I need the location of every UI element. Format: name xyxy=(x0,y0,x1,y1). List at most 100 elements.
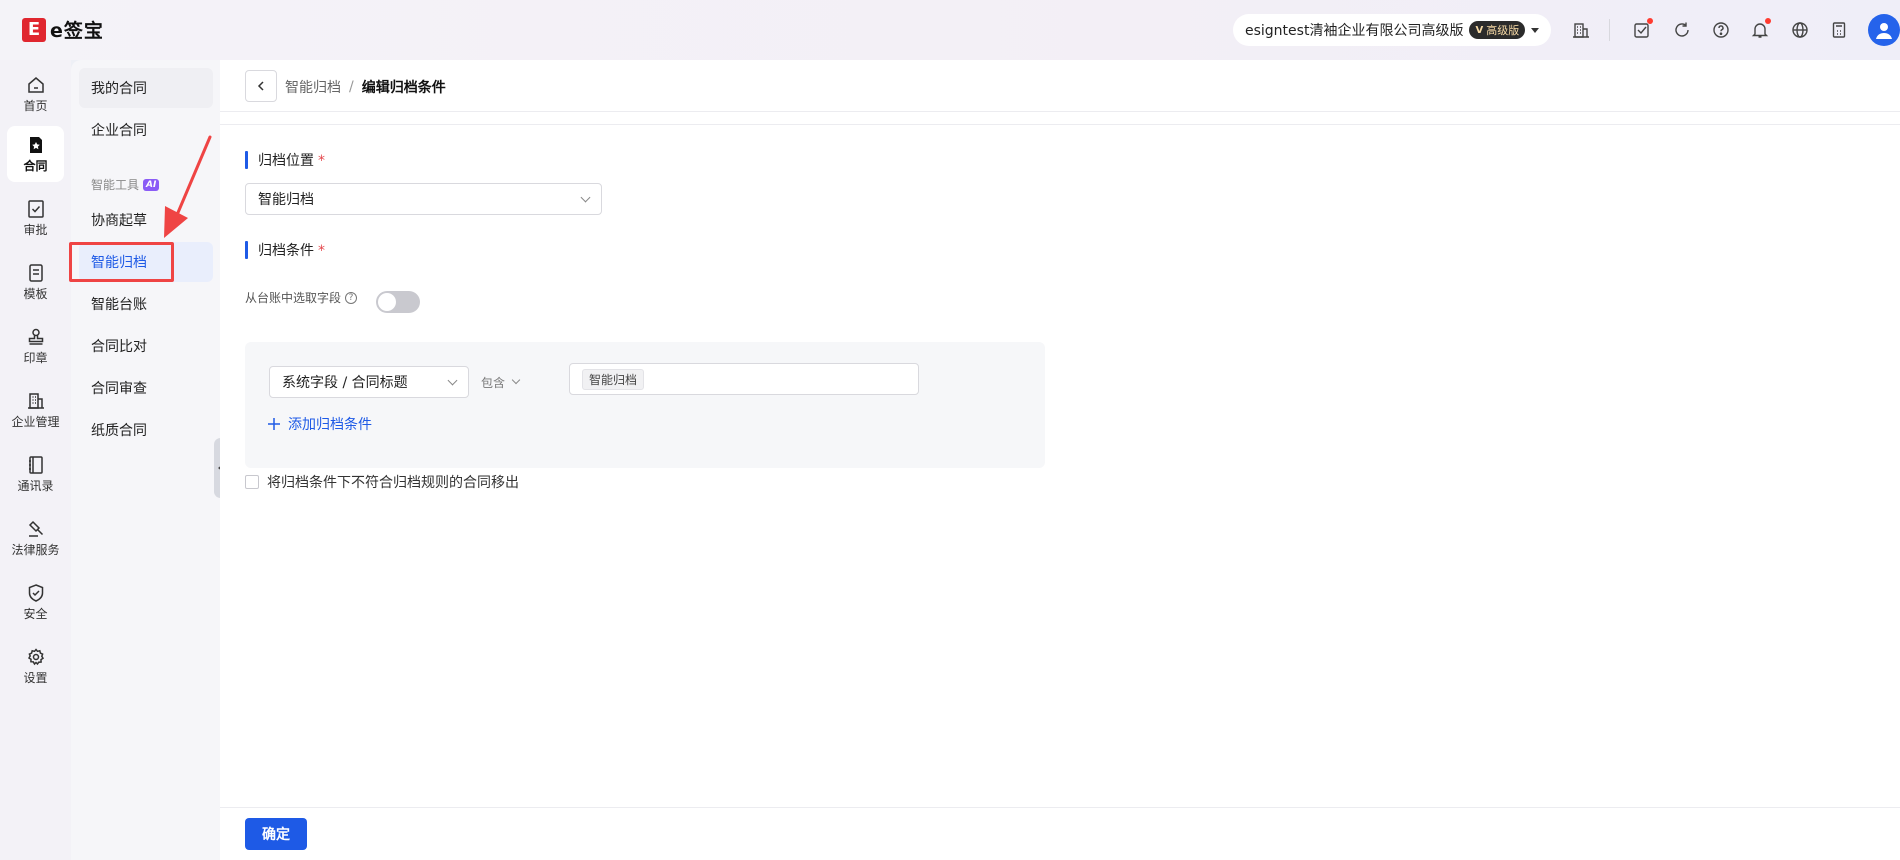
rail-label: 审批 xyxy=(23,222,48,237)
rail-label: 印章 xyxy=(23,350,48,365)
rail-label: 法律服务 xyxy=(11,542,60,557)
header-divider-line xyxy=(220,124,1900,125)
breadcrumb-current: 编辑归档条件 xyxy=(361,80,446,96)
annotation-arrow-icon xyxy=(164,135,212,238)
gavel-icon xyxy=(28,520,43,537)
rail-label: 企业管理 xyxy=(11,414,60,429)
home-icon xyxy=(27,76,44,93)
move-out-option[interactable]: 将归档条件下不符合归档规则的合同移出 xyxy=(245,472,519,492)
ledger-field-switch[interactable] xyxy=(376,291,420,313)
app-logo[interactable]: E e签宝 xyxy=(22,16,104,43)
rail-label: 安全 xyxy=(23,606,48,621)
required-mark: * xyxy=(318,153,325,169)
subnav-item-smart-ledger[interactable]: 智能台账 xyxy=(79,284,213,324)
highlight-box xyxy=(69,242,174,282)
rail-item-settings[interactable]: 设置 xyxy=(7,638,64,694)
chevron-down-icon xyxy=(447,375,458,385)
subnav-item-contract-compare[interactable]: 合同比对 xyxy=(79,326,213,366)
rail-label: 首页 xyxy=(23,98,48,113)
logo-text: e签宝 xyxy=(50,20,104,42)
chevron-down-icon xyxy=(511,375,521,385)
main-nav-rail: 首页 合同 审批 模板 印章 企业管理 通讯录 法律服务 安全 设置 xyxy=(0,60,71,860)
globe-icon[interactable] xyxy=(1790,20,1810,40)
select-value: 智能归档 xyxy=(258,192,314,208)
subnav-item-paper-contract[interactable]: 纸质合同 xyxy=(79,410,213,450)
rail-item-home[interactable]: 首页 xyxy=(7,66,64,122)
todo-icon[interactable] xyxy=(1632,18,1653,40)
ledger-field-toggle-row: 从台账中选取字段 ? xyxy=(245,289,358,306)
main-panel: 智能归档 / 编辑归档条件 归档位置 * 智能归档 归档条件 * 从台账中选取字段 … xyxy=(220,60,1900,860)
confirm-button[interactable]: 确定 xyxy=(245,818,307,850)
condition-operator-select[interactable]: 包含 xyxy=(481,366,521,398)
chevron-left-icon xyxy=(257,81,264,91)
archive-location-select[interactable]: 智能归档 xyxy=(245,183,602,215)
breadcrumb-parent-link[interactable]: 智能归档 xyxy=(285,77,341,97)
rail-item-contacts[interactable]: 通讯录 xyxy=(7,446,64,502)
group-label: 智能工具 xyxy=(91,178,140,192)
breadcrumb: 智能归档 / 编辑归档条件 xyxy=(285,77,446,97)
contacts-icon xyxy=(28,455,43,474)
rail-item-seal[interactable]: 印章 xyxy=(7,318,64,374)
template-icon xyxy=(28,263,43,282)
question-icon[interactable]: ? xyxy=(345,291,358,304)
org-name: esigntest清袖企业有限公司高级版 xyxy=(1245,23,1464,39)
rail-label: 模板 xyxy=(23,286,48,301)
condition-field-select[interactable]: 系统字段 / 合同标题 xyxy=(269,366,469,398)
section-accent-bar xyxy=(245,241,248,259)
condition-panel xyxy=(245,342,1045,468)
rail-item-enterprise[interactable]: 企业管理 xyxy=(7,382,64,438)
help-circle-icon[interactable] xyxy=(1711,20,1731,40)
subnav-item-my-contracts[interactable]: 我的合同 xyxy=(79,68,213,108)
rail-label: 合同 xyxy=(23,158,48,173)
plan-badge: V 高级版 xyxy=(1469,21,1526,39)
add-condition-button[interactable]: 添加归档条件 xyxy=(268,414,372,434)
vip-icon: V xyxy=(1475,24,1484,36)
move-out-checkbox[interactable] xyxy=(245,475,259,489)
switch-knob xyxy=(378,293,396,311)
form-footer: 确定 xyxy=(220,807,1900,860)
logo-mark: E xyxy=(22,17,46,42)
enterprise-icon[interactable] xyxy=(1571,20,1591,40)
notification-badge-dot xyxy=(1765,18,1771,24)
subnav-group-smart-tools: 智能工具 AI xyxy=(91,176,160,193)
header-divider xyxy=(1609,19,1610,41)
back-button[interactable] xyxy=(245,70,277,102)
section-archive-location: 归档位置 * xyxy=(245,150,325,170)
gear-icon xyxy=(27,647,44,665)
rail-label: 通讯录 xyxy=(17,478,54,493)
rail-item-security[interactable]: 安全 xyxy=(7,574,64,630)
contract-icon xyxy=(29,136,42,153)
required-mark: * xyxy=(318,243,325,259)
add-condition-label: 添加归档条件 xyxy=(288,417,372,433)
rail-item-approval[interactable]: 审批 xyxy=(7,190,64,246)
seal-icon xyxy=(28,328,43,345)
section-accent-bar xyxy=(245,151,248,169)
condition-value-input[interactable]: 智能归档 xyxy=(569,363,919,395)
building-icon xyxy=(27,392,44,409)
top-header: E e签宝 esigntest清袖企业有限公司高级版 V 高级版 xyxy=(0,0,1900,60)
subnav-item-contract-review[interactable]: 合同审查 xyxy=(79,368,213,408)
rail-item-contract[interactable]: 合同 xyxy=(7,126,64,182)
value-tag[interactable]: 智能归档 xyxy=(582,368,645,390)
operator-value: 包含 xyxy=(481,375,506,390)
caret-down-icon xyxy=(1531,27,1540,33)
chevron-down-icon xyxy=(580,192,591,202)
plus-icon xyxy=(268,418,280,430)
shield-icon xyxy=(28,583,43,602)
section-title: 归档位置 xyxy=(258,153,314,169)
refresh-icon[interactable] xyxy=(1672,20,1692,40)
user-avatar[interactable] xyxy=(1868,14,1900,46)
rail-item-template[interactable]: 模板 xyxy=(7,254,64,310)
section-title: 归档条件 xyxy=(258,243,314,259)
toggle-label: 从台账中选取字段 xyxy=(245,291,342,305)
plan-badge-label: 高级版 xyxy=(1486,24,1520,37)
org-switcher[interactable]: esigntest清袖企业有限公司高级版 V 高级版 xyxy=(1233,14,1552,46)
section-archive-condition: 归档条件 * xyxy=(245,240,325,260)
rail-item-legal[interactable]: 法律服务 xyxy=(7,510,64,566)
move-out-label: 将归档条件下不符合归档规则的合同移出 xyxy=(267,475,519,491)
approval-icon xyxy=(27,199,44,218)
breadcrumb-bar: 智能归档 / 编辑归档条件 xyxy=(220,60,1900,112)
calculator-icon[interactable] xyxy=(1829,20,1849,40)
ai-badge: AI xyxy=(143,178,160,191)
bell-icon[interactable] xyxy=(1750,18,1771,40)
